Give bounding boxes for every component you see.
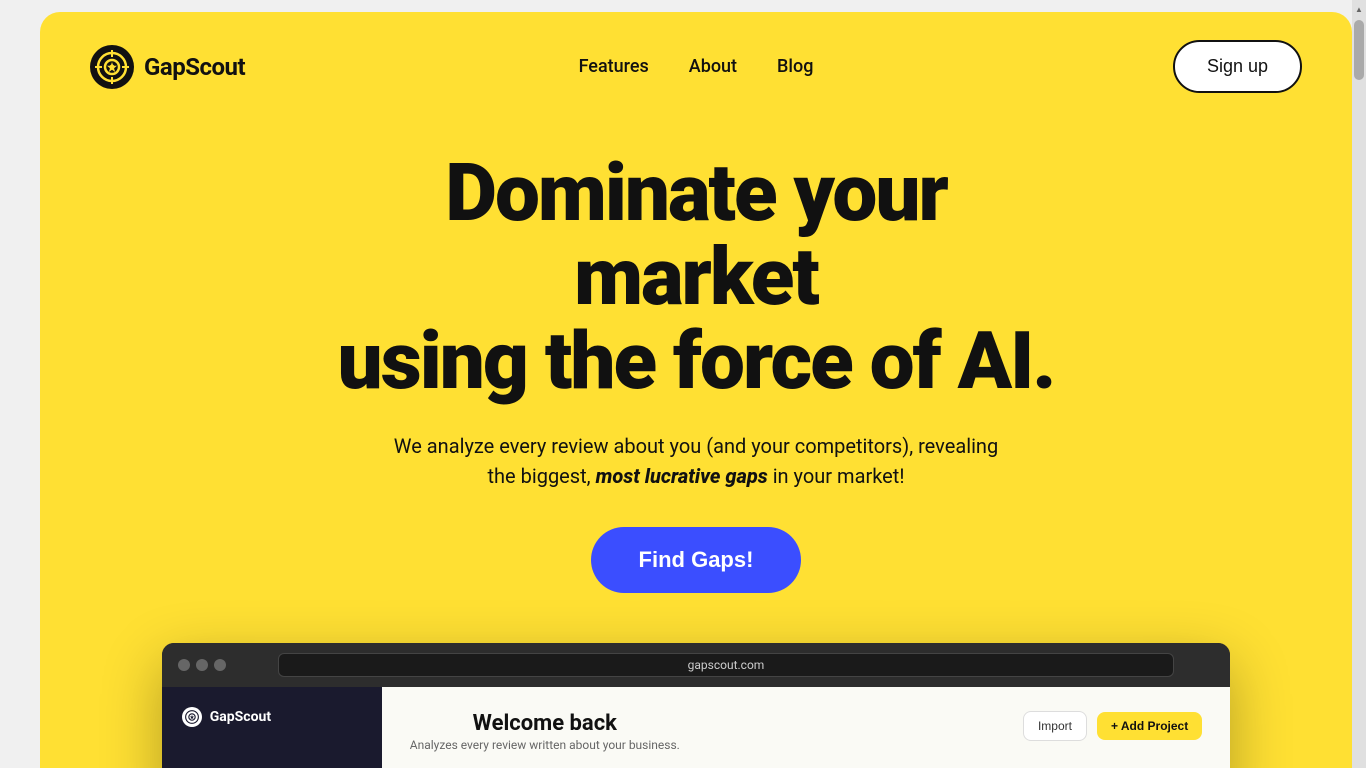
app-sidebar: GapScout [162, 687, 382, 768]
scrollbar-thumb[interactable] [1354, 20, 1364, 80]
browser-dots [178, 659, 226, 671]
nav-blog[interactable]: Blog [777, 56, 813, 77]
browser-url[interactable]: gapscout.com [278, 653, 1174, 677]
app-sidebar-logo-text: GapScout [210, 709, 271, 725]
navbar: GapScout Features About Blog Sign up [40, 12, 1352, 121]
app-content: GapScout Welcome back Analyzes every rev… [162, 687, 1230, 768]
logo-icon [90, 45, 134, 89]
app-import-button[interactable]: Import [1023, 711, 1087, 741]
app-welcome-group: Welcome back Analyzes every review writt… [410, 711, 680, 752]
app-sidebar-logo-icon [182, 707, 202, 727]
nav-links: Features About Blog [579, 56, 814, 77]
app-main-content: Welcome back Analyzes every review writt… [382, 687, 1230, 768]
app-action-buttons: Import + Add Project [1023, 711, 1202, 741]
app-add-project-button[interactable]: + Add Project [1097, 712, 1202, 740]
hero-title-line2: using the force of AI. [338, 314, 1055, 408]
browser-dot-3 [214, 659, 226, 671]
browser-bar: gapscout.com [162, 643, 1230, 687]
browser-dot-2 [196, 659, 208, 671]
app-screenshot: gapscout.com GapScout [162, 643, 1230, 768]
nav-about[interactable]: About [689, 56, 737, 77]
hero-section: Dominate your market using the force of … [40, 121, 1352, 768]
page-wrapper: ▲ GapScout [0, 0, 1366, 768]
signup-button[interactable]: Sign up [1173, 40, 1302, 93]
hero-title-line1: Dominate your market [445, 146, 947, 324]
app-welcome-heading: Welcome back [410, 711, 680, 736]
app-sidebar-logo: GapScout [182, 707, 362, 727]
logo-text: GapScout [144, 53, 245, 81]
nav-features[interactable]: Features [579, 56, 649, 77]
hero-subtitle: We analyze every review about you (and y… [386, 431, 1006, 491]
main-card: GapScout Features About Blog Sign up Dom… [40, 12, 1352, 768]
scroll-up-arrow[interactable]: ▲ [1352, 2, 1366, 16]
find-gaps-button[interactable]: Find Gaps! [591, 527, 802, 593]
hero-subtitle-bold: most lucrative gaps [596, 464, 768, 488]
logo-link[interactable]: GapScout [90, 45, 245, 89]
browser-dot-1 [178, 659, 190, 671]
scrollbar[interactable]: ▲ [1352, 0, 1366, 768]
app-subtitle-text: Analyzes every review written about your… [410, 738, 680, 752]
hero-subtitle-after: in your market! [773, 464, 905, 488]
hero-title: Dominate your market using the force of … [316, 151, 1076, 403]
app-header-row: Welcome back Analyzes every review writt… [410, 711, 1202, 752]
